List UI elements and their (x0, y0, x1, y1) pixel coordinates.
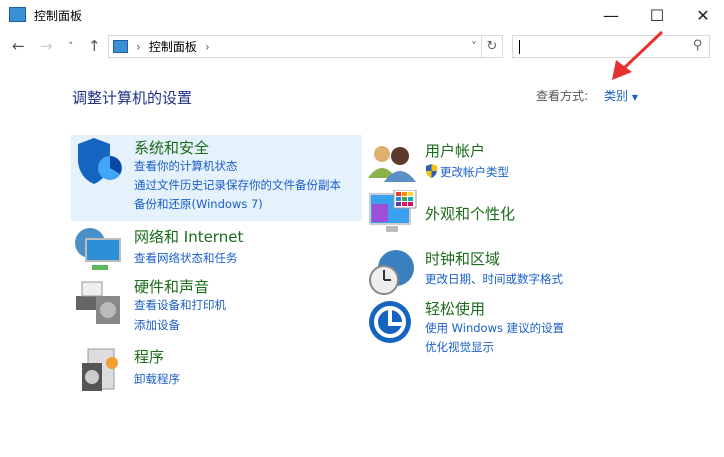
appearance-monitor-icon (369, 190, 417, 232)
category-clock-region[interactable]: 时钟和区域 (425, 248, 500, 269)
category-programs[interactable]: 程序 (134, 346, 164, 367)
category-network-internet[interactable]: 网络和 Internet (134, 226, 243, 247)
up-button[interactable]: ↑ (88, 37, 101, 55)
link-optimize-visual-display[interactable]: 优化视觉显示 (425, 339, 494, 355)
recent-locations-button[interactable]: ˅ (68, 40, 74, 53)
user-accounts-icon (368, 146, 416, 182)
category-system-security[interactable]: 系统和安全 (134, 137, 209, 158)
network-globe-icon (75, 228, 121, 270)
link-devices-printers[interactable]: 查看设备和打印机 (134, 297, 226, 313)
page-title: 调整计算机的设置 (72, 89, 193, 107)
view-by-dropdown[interactable]: 类别 ▼ (604, 87, 638, 104)
view-by-label: 查看方式: (536, 89, 589, 103)
breadcrumb-separator[interactable]: › (205, 40, 210, 54)
control-panel-icon (113, 40, 128, 53)
search-icon[interactable]: ⚲ (693, 38, 703, 53)
close-button[interactable]: ✕ (680, 0, 724, 30)
address-dropdown-icon[interactable]: ˅ (471, 40, 477, 54)
clock-globe-icon (369, 250, 414, 295)
refresh-button[interactable]: ↻ (482, 35, 503, 58)
link-change-date-time[interactable]: 更改日期、时间或数字格式 (425, 271, 563, 287)
maximize-button[interactable]: ☐ (634, 0, 680, 30)
dropdown-arrow-icon: ▼ (631, 93, 638, 102)
uac-shield-icon (426, 164, 437, 178)
category-appearance-personalization[interactable]: 外观和个性化 (425, 203, 515, 224)
control-panel-icon (9, 7, 26, 22)
view-by-value: 类别 (604, 89, 629, 103)
category-user-accounts[interactable]: 用户帐户 (425, 140, 485, 161)
link-uninstall-program[interactable]: 卸载程序 (134, 371, 180, 387)
annotation-arrow-icon (612, 30, 664, 80)
back-button[interactable]: ← (12, 37, 25, 55)
ease-of-access-icon (369, 301, 411, 343)
address-bar[interactable]: › 控制面板 › ˅ (108, 35, 482, 58)
link-backup-restore[interactable]: 备份和还原(Windows 7) (134, 196, 263, 212)
link-network-status[interactable]: 查看网络状态和任务 (134, 250, 238, 266)
shield-icon (78, 138, 122, 184)
breadcrumb-control-panel[interactable]: 控制面板 (149, 38, 197, 55)
text-cursor (519, 40, 520, 54)
category-hardware-sound[interactable]: 硬件和声音 (134, 276, 209, 297)
breadcrumb-separator: › (136, 39, 141, 54)
link-view-computer-status[interactable]: 查看你的计算机状态 (134, 158, 238, 174)
window-title: 控制面板 (34, 9, 83, 23)
link-windows-recommended-settings[interactable]: 使用 Windows 建议的设置 (425, 320, 564, 336)
link-add-device[interactable]: 添加设备 (134, 317, 180, 333)
printer-speaker-icon (76, 281, 120, 324)
link-file-history[interactable]: 通过文件历史记录保存你的文件备份副本 (134, 177, 341, 193)
category-ease-of-access[interactable]: 轻松使用 (425, 298, 485, 319)
forward-button[interactable]: → (40, 37, 53, 55)
minimize-button[interactable]: — (588, 0, 634, 30)
programs-icon (82, 348, 118, 391)
link-change-account-type[interactable]: 更改帐户类型 (440, 164, 509, 180)
